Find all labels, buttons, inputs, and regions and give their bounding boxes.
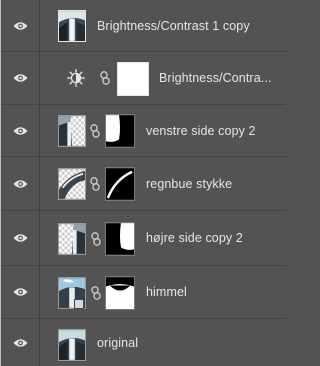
visibility-toggle[interactable] [1, 52, 40, 104]
eye-icon [13, 74, 27, 82]
chain-link-icon[interactable] [100, 71, 110, 85]
layer-mask-thumbnail[interactable] [105, 114, 135, 148]
rainbow-piece-thumbnail-image [59, 169, 85, 199]
visibility-toggle[interactable] [1, 0, 40, 51]
layer-thumbnail[interactable] [58, 10, 86, 42]
chain-link-icon[interactable] [90, 124, 100, 138]
layer-name[interactable]: venstre side copy 2 [146, 124, 256, 138]
layer-mask-thumbnail[interactable] [105, 167, 135, 201]
layer-name[interactable]: højre side copy 2 [146, 231, 243, 245]
layer-thumbnail[interactable] [58, 223, 86, 255]
layer-row-brightness-contrast-1-copy[interactable]: Brightness/Contrast 1 copy [1, 0, 286, 52]
checkerboard-thumbnail-image [59, 224, 85, 254]
eye-icon [13, 179, 27, 188]
layer-name[interactable]: original [97, 336, 138, 350]
layer-thumbnail[interactable] [58, 115, 86, 147]
chain-link-icon[interactable] [91, 232, 101, 246]
layer-thumbnail[interactable] [58, 168, 86, 200]
eye-icon [13, 21, 27, 30]
visibility-toggle[interactable] [1, 157, 40, 210]
layers-panel: Brightness/Contrast 1 copy Brightness/Co… [0, 0, 286, 366]
checkerboard-thumbnail-image [59, 116, 85, 146]
visibility-toggle[interactable] [1, 105, 40, 156]
visibility-toggle[interactable] [1, 266, 40, 318]
chain-link-icon[interactable] [91, 286, 101, 300]
eye-icon [13, 338, 27, 347]
original-waterfall-thumbnail-image [59, 330, 85, 360]
visibility-toggle[interactable] [1, 211, 40, 265]
smart-object-icon [74, 299, 84, 309]
layer-row-hoyre-side-copy-2[interactable]: højre side copy 2 [1, 211, 286, 266]
chain-link-icon[interactable] [90, 177, 100, 191]
visibility-toggle[interactable] [1, 319, 40, 366]
layer-name[interactable]: Brightness/Contra... [159, 71, 271, 85]
layer-row-regnbue-stykke[interactable]: regnbue stykke [1, 157, 286, 211]
layer-name[interactable]: himmel [146, 285, 187, 299]
brightness-contrast-icon[interactable] [67, 69, 85, 87]
eye-icon [13, 288, 27, 296]
layer-row-original[interactable]: original [1, 319, 286, 366]
layer-row-himmel[interactable]: himmel [1, 266, 286, 319]
layer-mask-thumbnail[interactable] [105, 222, 135, 256]
layer-mask-thumbnail[interactable] [117, 62, 149, 96]
eye-icon [13, 126, 27, 135]
layer-name[interactable]: Brightness/Contrast 1 copy [97, 19, 250, 33]
layer-thumbnail[interactable] [58, 329, 86, 361]
waterfall-thumbnail-image [59, 11, 85, 41]
eye-icon [13, 234, 27, 242]
layer-row-venstre-side-copy-2[interactable]: venstre side copy 2 [1, 105, 286, 157]
layer-mask-thumbnail[interactable] [105, 276, 135, 310]
layer-name[interactable]: regnbue stykke [146, 177, 232, 191]
layer-row-brightness-contrast[interactable]: Brightness/Contra... [1, 52, 286, 105]
